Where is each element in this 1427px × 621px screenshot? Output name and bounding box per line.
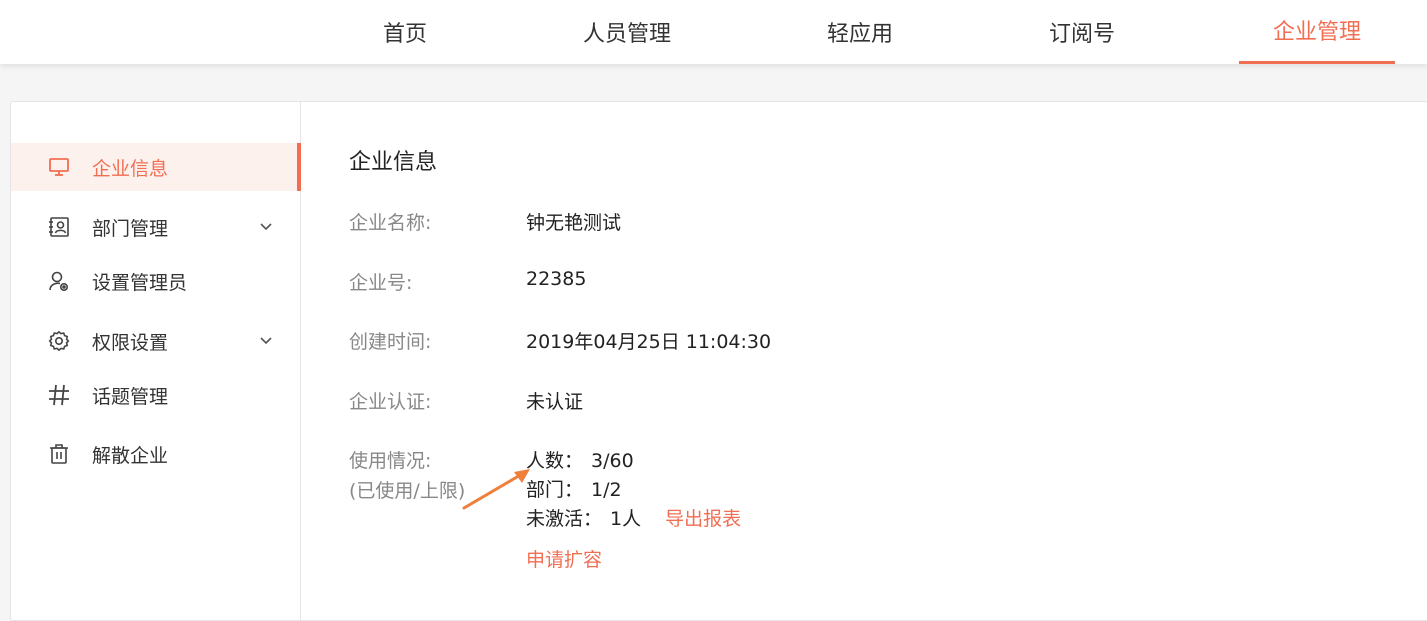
main-panel: 企业信息 部门管理 设置管理员 权限设置 话题管理 解散企业 企业信息 企业名称…: [10, 101, 1427, 621]
created-time-label: 创建时间:: [349, 331, 432, 353]
tab-home-label: 首页: [382, 22, 427, 47]
certification-label: 企业认证:: [349, 391, 432, 413]
sidebar-item-label: 部门管理: [92, 217, 169, 240]
page-title: 企业信息: [349, 150, 438, 175]
chevron-down-icon[interactable]: [259, 334, 273, 348]
sidebar-item-label: 话题管理: [92, 385, 169, 408]
annotation-arrow-icon: [462, 469, 530, 510]
usage-sub-label: (已使用/上限): [349, 480, 466, 502]
sidebar-item-department-management[interactable]: 部门管理: [11, 203, 301, 251]
contact-card-icon: [47, 215, 71, 239]
sidebar-item-permission-settings[interactable]: 权限设置: [11, 317, 301, 365]
active-tab-underline: [1239, 61, 1395, 64]
sidebar-item-topic-management[interactable]: 话题管理: [11, 371, 301, 419]
tab-light-apps-label: 轻应用: [826, 22, 893, 47]
people-count-value: 3/60: [591, 450, 634, 472]
department-count-value: 1/2: [591, 479, 622, 501]
sidebar-item-label: 企业信息: [92, 157, 169, 180]
top-navigation: 首页 人员管理 轻应用 订阅号 企业管理: [0, 0, 1427, 64]
tab-home[interactable]: 首页: [354, 0, 456, 64]
usage-inactive: 未激活： 1人 导出报表: [526, 504, 741, 531]
apply-expansion-link[interactable]: 申请扩容: [526, 545, 602, 572]
sidebar-item-enterprise-info[interactable]: 企业信息: [11, 143, 301, 191]
sidebar-item-set-admin[interactable]: 设置管理员: [11, 257, 301, 305]
sidebar: 企业信息 部门管理 设置管理员 权限设置 话题管理 解散企业: [11, 102, 301, 620]
hashtag-icon: [47, 383, 71, 407]
created-time-value: 2019年04月25日 11:04:30: [526, 331, 772, 353]
sidebar-item-dissolve-enterprise[interactable]: 解散企业: [11, 430, 301, 478]
inactive-count-value: 1人: [610, 508, 642, 530]
tab-people-management-label: 人员管理: [582, 22, 671, 47]
tab-enterprise-management[interactable]: 企业管理: [1239, 0, 1395, 64]
usage-label: 使用情况:: [349, 450, 432, 472]
admin-user-icon: [47, 269, 71, 293]
tab-enterprise-management-label: 企业管理: [1272, 20, 1361, 45]
tab-people-management[interactable]: 人员管理: [560, 0, 694, 64]
enterprise-info-content: 企业信息 企业名称: 钟无艳测试 企业号: 22385 创建时间: 2019年0…: [301, 102, 1427, 620]
certification-value: 未认证: [526, 391, 584, 413]
gear-icon: [47, 329, 71, 353]
monitor-icon: [47, 155, 71, 179]
enterprise-name-value: 钟无艳测试: [526, 212, 622, 234]
tab-light-apps[interactable]: 轻应用: [805, 0, 915, 64]
usage-departments: 部门： 1/2: [526, 475, 622, 502]
sidebar-item-label: 权限设置: [92, 331, 169, 354]
tab-subscriptions-label: 订阅号: [1048, 22, 1115, 47]
enterprise-number-value: 22385: [526, 268, 587, 290]
enterprise-number-label: 企业号:: [349, 272, 413, 294]
sidebar-item-label: 解散企业: [92, 444, 169, 467]
usage-people: 人数： 3/60: [526, 446, 634, 473]
sidebar-item-label: 设置管理员: [92, 271, 188, 294]
export-report-link[interactable]: 导出报表: [665, 508, 741, 530]
chevron-down-icon[interactable]: [259, 220, 273, 234]
tab-subscriptions[interactable]: 订阅号: [1026, 0, 1138, 64]
trash-icon: [47, 442, 71, 466]
enterprise-name-label: 企业名称:: [349, 212, 432, 234]
